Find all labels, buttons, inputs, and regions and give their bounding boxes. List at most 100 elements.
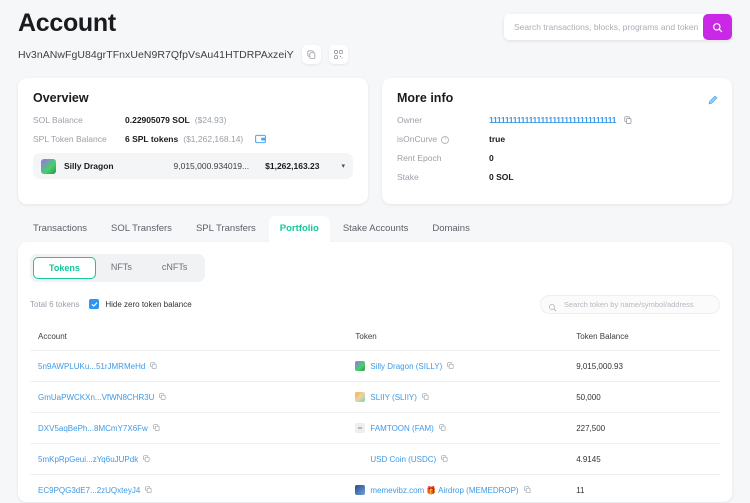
subtab-nfts[interactable]: NFTs xyxy=(96,257,147,279)
copy-token-icon[interactable] xyxy=(439,424,446,433)
cell-token: SLIIY (SLIIY) xyxy=(347,382,568,413)
tab-spl-transfers[interactable]: SPL Transfers xyxy=(185,216,267,242)
stake-value: 0 SOL xyxy=(489,172,514,182)
token-icon xyxy=(355,454,365,464)
copy-token-icon[interactable] xyxy=(441,455,448,464)
info-glyph: i xyxy=(444,136,445,142)
token-link[interactable]: FAMTOON (FAM) xyxy=(370,424,433,433)
tab-domains[interactable]: Domains xyxy=(421,216,481,242)
copy-account-icon[interactable] xyxy=(143,455,150,464)
owner-value[interactable]: 11111111111111111111111111111111 xyxy=(489,115,616,125)
account-header: Account Hv3nANwFgU84grTFnxUeN9R7QfpVsAu4… xyxy=(18,8,348,64)
token-link[interactable]: USD Coin (USDC) xyxy=(370,455,436,464)
is-on-curve-row: isOnCurve i true xyxy=(397,134,717,144)
account-link[interactable]: 5n9AWPLUKu...51rJMRMeHd xyxy=(38,362,145,371)
info-circle-icon[interactable]: i xyxy=(441,136,449,144)
stake-row: Stake 0 SOL xyxy=(397,172,717,182)
account-link[interactable]: DXV5aqBePh...8MCmY7X6Fw xyxy=(38,424,148,433)
portfolio-panel: Tokens NFTs cNFTs Total 6 tokens Hide ze… xyxy=(18,242,732,502)
overview-card: Overview SOL Balance 0.22905079 SOL ($24… xyxy=(18,78,368,204)
copy-account-icon[interactable] xyxy=(159,393,166,402)
rent-epoch-value: 0 xyxy=(489,153,494,163)
cell-token-balance: 50,000 xyxy=(568,382,720,413)
stake-label: Stake xyxy=(397,172,489,182)
overview-token-expand-chevron-down-icon[interactable]: ▾ xyxy=(341,162,345,170)
account-link[interactable]: GmUaPWCKXn...VfWN8CHR3U xyxy=(38,393,154,402)
copy-icon xyxy=(307,50,316,59)
subtab-tokens[interactable]: Tokens xyxy=(33,257,96,279)
tab-portfolio[interactable]: Portfolio xyxy=(269,216,330,242)
tab-stake-accounts[interactable]: Stake Accounts xyxy=(332,216,419,242)
sol-balance-label: SOL Balance xyxy=(33,115,125,125)
tab-transactions[interactable]: Transactions xyxy=(22,216,98,242)
main-tabs: Transactions SOL Transfers SPL Transfers… xyxy=(0,204,750,242)
more-info-card: More info Owner 111111111111111111111111… xyxy=(382,78,732,204)
page-title: Account xyxy=(18,8,348,38)
cell-account: 5mKpRpGeui...zYq6uJUPdk xyxy=(30,444,347,475)
overview-token-amount: 9,015,000.934019... xyxy=(174,161,250,171)
table-row: EC9PQG3dE7...2zUQxteyJ4 memevibz.com 🎁 A… xyxy=(30,475,720,503)
copy-token-icon[interactable] xyxy=(524,486,531,495)
search-input[interactable] xyxy=(504,14,732,40)
copy-account-icon[interactable] xyxy=(153,424,160,433)
cell-token: Silly Dragon (SILLY) xyxy=(347,351,568,382)
column-header-token: Token xyxy=(347,324,568,351)
cell-token-balance: 227,500 xyxy=(568,413,720,444)
owner-label: Owner xyxy=(397,115,489,125)
token-icon xyxy=(355,485,365,495)
token-search-input[interactable] xyxy=(540,295,720,314)
token-link[interactable]: Silly Dragon (SILLY) xyxy=(370,362,442,371)
overview-token-row[interactable]: Silly Dragon 9,015,000.934019... $1,262,… xyxy=(33,153,353,179)
is-on-curve-value: true xyxy=(489,134,505,144)
edit-pencil-icon[interactable] xyxy=(708,92,718,110)
spl-balance-usd: ($1,262,168.14) xyxy=(183,134,243,144)
search-icon xyxy=(712,22,723,33)
rent-epoch-row: Rent Epoch 0 xyxy=(397,153,717,163)
subtab-cnfts[interactable]: cNFTs xyxy=(147,257,203,279)
address-row: Hv3nANwFgU84grTFnxUeN9R7QfpVsAu41HTDRPAx… xyxy=(18,45,348,64)
copy-account-icon[interactable] xyxy=(145,486,152,495)
account-address: Hv3nANwFgU84grTFnxUeN9R7QfpVsAu41HTDRPAx… xyxy=(18,49,294,61)
table-row: 5mKpRpGeui...zYq6uJUPdk USD Coin (USDC) xyxy=(30,444,720,475)
qr-code-icon xyxy=(334,50,343,59)
copy-token-icon[interactable] xyxy=(447,362,454,371)
portfolio-subtabs: Tokens NFTs cNFTs xyxy=(30,254,205,282)
cell-token: memevibz.com 🎁 Airdrop (MEMEDROP) xyxy=(347,475,568,503)
search-button[interactable] xyxy=(703,14,732,40)
account-link[interactable]: EC9PQG3dE7...2zUQxteyJ4 xyxy=(38,486,140,495)
total-tokens-label: Total 6 tokens xyxy=(30,300,79,309)
sol-balance-row: SOL Balance 0.22905079 SOL ($24.93) xyxy=(33,115,353,125)
check-icon xyxy=(91,301,98,308)
copy-account-icon[interactable] xyxy=(150,362,157,371)
cell-token-balance: 9,015,000.93 xyxy=(568,351,720,382)
cell-token-balance: 4.9145 xyxy=(568,444,720,475)
copy-owner-icon[interactable] xyxy=(624,116,632,124)
account-link[interactable]: 5mKpRpGeui...zYq6uJUPdk xyxy=(38,455,138,464)
overview-token-usd: $1,262,163.23 xyxy=(265,161,319,171)
wallet-icon[interactable] xyxy=(255,134,266,144)
tab-sol-transfers[interactable]: SOL Transfers xyxy=(100,216,183,242)
more-info-title: More info xyxy=(397,91,717,105)
top-bar: Account Hv3nANwFgU84grTFnxUeN9R7QfpVsAu4… xyxy=(0,0,750,64)
copy-token-icon[interactable] xyxy=(422,393,429,402)
token-link[interactable]: memevibz.com 🎁 Airdrop (MEMEDROP) xyxy=(370,486,518,495)
qr-code-button[interactable] xyxy=(329,45,348,64)
token-search xyxy=(540,294,720,314)
rent-epoch-label: Rent Epoch xyxy=(397,153,489,163)
token-icon xyxy=(355,423,365,433)
spl-balance-label: SPL Token Balance xyxy=(33,134,125,144)
is-on-curve-label: isOnCurve i xyxy=(397,134,489,144)
portfolio-filter-row: Total 6 tokens Hide zero token balance xyxy=(30,294,720,314)
copy-address-button[interactable] xyxy=(302,45,321,64)
table-row: 5n9AWPLUKu...51rJMRMeHd Silly Dragon (SI… xyxy=(30,351,720,382)
token-link[interactable]: SLIIY (SLIIY) xyxy=(370,393,417,402)
is-on-curve-label-text: isOnCurve xyxy=(397,134,437,144)
cell-account: EC9PQG3dE7...2zUQxteyJ4 xyxy=(30,475,347,503)
column-header-account: Account xyxy=(30,324,347,351)
overview-title: Overview xyxy=(33,91,353,105)
sol-balance-value: 0.22905079 SOL xyxy=(125,115,190,125)
cell-token: FAMTOON (FAM) xyxy=(347,413,568,444)
column-header-token-balance: Token Balance xyxy=(568,324,720,351)
global-search xyxy=(504,14,732,40)
hide-zero-balance-checkbox[interactable] xyxy=(89,299,99,309)
